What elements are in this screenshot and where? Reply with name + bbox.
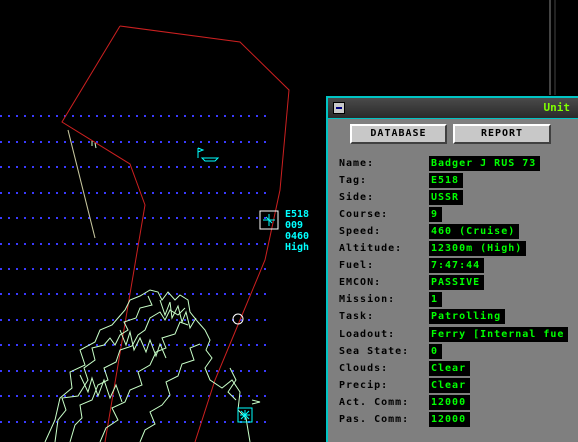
unit-field-label: Loadout:: [339, 328, 396, 340]
unit-field-label: Clouds:: [339, 362, 389, 374]
unit-field-value: 9: [429, 207, 443, 223]
unit-field-row: Precip: Clear: [328, 377, 578, 394]
patrol-zone-boundary: [119, 25, 290, 442]
unit-field-value: 1: [429, 292, 443, 308]
unit-info-panel: Unit DATABASE REPORT Name: Badger J RUS 7…: [326, 96, 578, 442]
unit-field-value: USSR: [429, 190, 464, 206]
unit-field-row: Pas. Comm: 12000: [328, 411, 578, 428]
unit-field-label: Name:: [339, 158, 375, 169]
report-button[interactable]: REPORT: [453, 124, 551, 144]
unit-field-label: Sea State:: [339, 345, 410, 357]
sensor-line: [67, 129, 96, 239]
unit-field-label: Act. Comm:: [339, 396, 410, 408]
contact-altitude: High: [285, 242, 310, 253]
surface-contact-icon[interactable]: [197, 147, 220, 162]
window-menu-button[interactable]: [333, 102, 345, 114]
patrol-zone-boundary-west: [61, 25, 146, 442]
unit-field-row: Loadout: Ferry [Internal fue: [328, 326, 578, 343]
unit-field-value: Clear: [429, 360, 471, 376]
contact-speed: 0460: [285, 231, 310, 242]
unit-field-row: Course: 9: [328, 206, 578, 223]
unit-field-label: Course:: [339, 209, 389, 221]
contact-tag: E518: [285, 209, 310, 220]
unit-field-label: Tag:: [339, 175, 368, 187]
unit-field-value: Badger J RUS 73: [429, 156, 541, 171]
unit-field-label: EMCON:: [339, 277, 382, 289]
unit-field-row: Side: USSR: [328, 189, 578, 206]
ground-unit-icon[interactable]: [237, 399, 261, 423]
unit-field-value: 460 (Cruise): [429, 224, 520, 240]
contact-label: E518 009 0460 High: [285, 209, 309, 253]
unit-field-value: 0: [429, 343, 443, 359]
unit-field-value: 7:47:44: [429, 258, 485, 274]
unit-field-value: 12300m (High): [429, 241, 527, 257]
unit-field-row: Name: Badger J RUS 73: [328, 155, 578, 172]
unit-field-label: Pas. Comm:: [339, 413, 410, 425]
unit-field-label: Mission:: [339, 294, 396, 306]
unit-field-row: Clouds: Clear: [328, 360, 578, 377]
unit-field-row: Speed: 460 (Cruise): [328, 223, 578, 240]
database-button[interactable]: DATABASE: [350, 124, 447, 144]
unit-field-label: Fuel:: [339, 260, 375, 272]
unit-field-value: Clear: [429, 377, 471, 393]
unit-field-row: Altitude: 12300m (High): [328, 240, 578, 257]
unit-field-value: Ferry [Internal fue: [429, 326, 569, 342]
unit-field-label: Side:: [339, 192, 375, 204]
unit-field-value: 12000: [429, 394, 471, 410]
unit-field-value: 12000: [429, 411, 471, 427]
unit-field-row: Task: Patrolling: [328, 308, 578, 325]
unit-field-label: Task:: [339, 311, 375, 323]
unit-field-row: Tag: E518: [328, 172, 578, 189]
panel-titlebar[interactable]: Unit: [328, 98, 578, 119]
unit-field-row: Act. Comm: 12000: [328, 394, 578, 411]
unit-field-value: Patrolling: [429, 309, 506, 325]
unit-field-label: Precip:: [339, 379, 389, 391]
panel-title: Unit: [543, 101, 571, 114]
unit-field-row: Sea State: 0: [328, 343, 578, 360]
unit-field-row: Fuel: 7:47:44: [328, 257, 578, 274]
unit-field-row: EMCON: PASSIVE: [328, 274, 578, 291]
unit-field-label: Speed:: [339, 226, 382, 238]
contact-course: 009: [285, 220, 304, 231]
unit-field-row: Mission: 1: [328, 291, 578, 308]
unit-field-value: PASSIVE: [429, 275, 485, 291]
coastline: [44, 289, 251, 442]
unit-field-value: E518: [429, 173, 464, 189]
unit-field-label: Altitude:: [339, 243, 403, 255]
